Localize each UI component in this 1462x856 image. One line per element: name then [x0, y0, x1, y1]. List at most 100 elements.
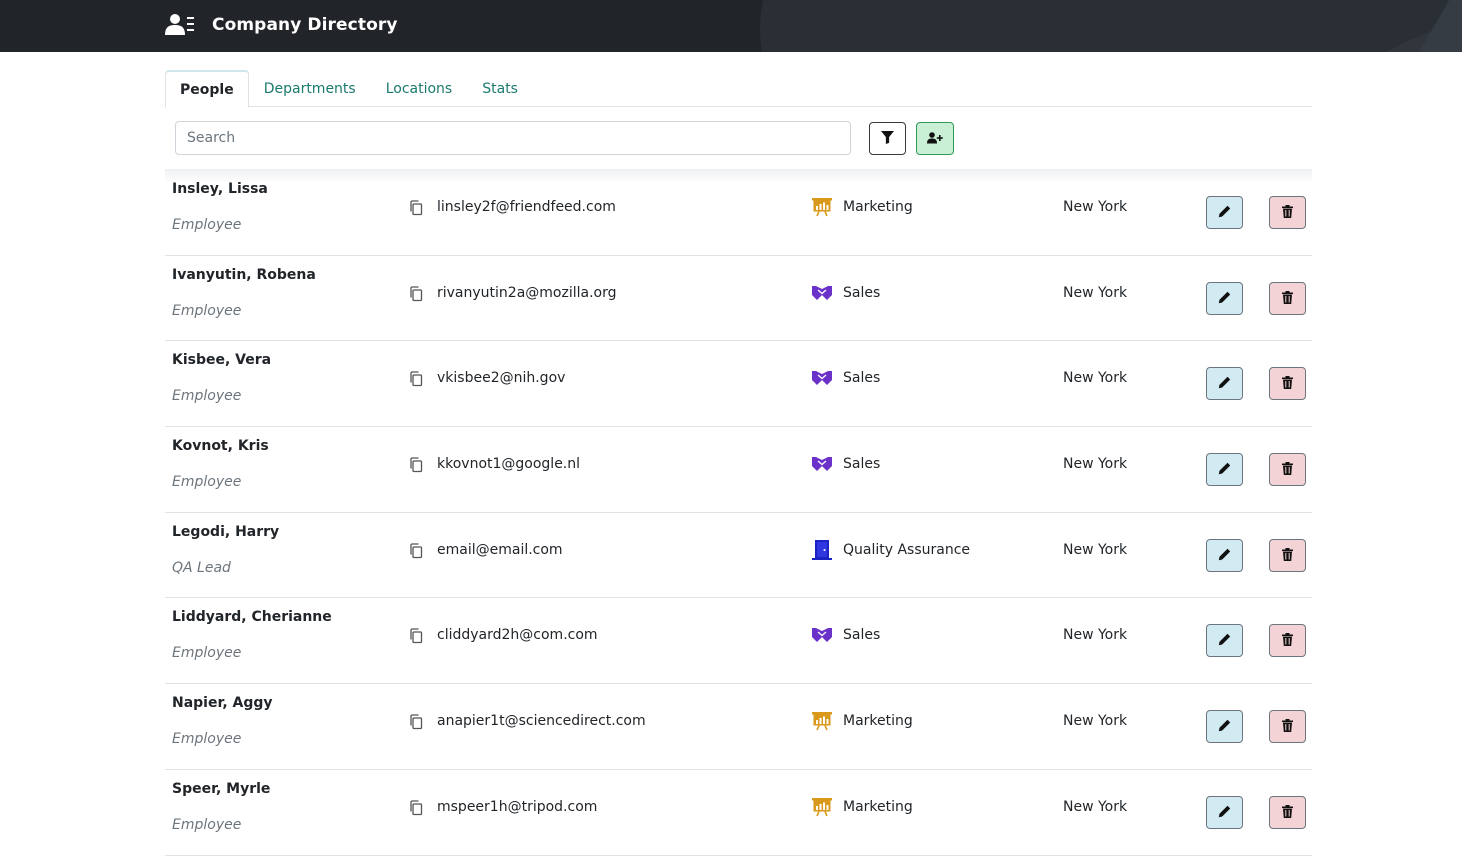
trash-icon	[1282, 546, 1293, 565]
person-name: Liddyard, Cherianne	[172, 609, 332, 626]
person-name: Speer, Myrle	[172, 780, 271, 797]
delete-person-button[interactable]	[1269, 281, 1306, 315]
tab-people[interactable]: People	[165, 70, 249, 108]
trash-icon	[1282, 374, 1293, 393]
trash-icon	[1282, 289, 1293, 308]
trash-icon	[1282, 803, 1293, 822]
copy-icon[interactable]	[409, 628, 423, 644]
person-department: Sales	[843, 456, 881, 473]
copy-icon[interactable]	[409, 200, 423, 216]
brand: Company Directory	[165, 13, 398, 37]
edit-person-button[interactable]	[1206, 795, 1243, 829]
add-person-button[interactable]	[916, 122, 954, 155]
person-location: New York	[1063, 541, 1128, 558]
person-job-title: QA Lead	[172, 559, 231, 576]
person-email: kkovnot1@google.nl	[437, 456, 581, 473]
copy-icon[interactable]	[409, 457, 423, 473]
copy-icon[interactable]	[409, 371, 423, 387]
filter-icon	[881, 129, 894, 148]
user-plus-icon	[927, 129, 943, 148]
delete-person-button[interactable]	[1269, 453, 1306, 487]
person-job-title: Employee	[172, 302, 242, 319]
person-job-title: Employee	[172, 474, 242, 491]
pencil-icon	[1218, 289, 1231, 308]
edit-person-button[interactable]	[1206, 624, 1243, 658]
copy-icon[interactable]	[409, 800, 423, 816]
copy-icon[interactable]	[409, 543, 423, 559]
person-row[interactable]: Insley, Lissa Employee linsley2f@friendf…	[165, 170, 1312, 256]
tab-bar: People Departments Locations Stats	[165, 70, 1312, 108]
pencil-icon	[1218, 717, 1231, 736]
handshake-icon	[812, 454, 832, 474]
handshake-icon	[812, 368, 832, 388]
copy-icon[interactable]	[409, 286, 423, 302]
person-email: cliddyard2h@com.com	[437, 627, 598, 644]
search-input[interactable]	[175, 121, 851, 155]
presentation-chart-icon	[812, 797, 832, 817]
handshake-icon	[812, 283, 832, 303]
person-location: New York	[1063, 284, 1128, 301]
person-row[interactable]: Speer, Myrle Employee mspeer1h@tripod.co…	[165, 770, 1312, 856]
presentation-chart-icon	[812, 711, 832, 731]
person-job-title: Employee	[172, 217, 242, 233]
person-name: Insley, Lissa	[172, 181, 268, 197]
person-department: Quality Assurance	[843, 541, 971, 558]
person-department: Marketing	[843, 199, 913, 215]
person-row[interactable]: Kovnot, Kris Employee kkovnot1@google.nl…	[165, 427, 1312, 513]
edit-person-button[interactable]	[1206, 538, 1243, 572]
edit-person-button[interactable]	[1206, 281, 1243, 315]
tab-departments[interactable]: Departments	[249, 70, 371, 107]
person-location: New York	[1063, 370, 1128, 387]
presentation-chart-icon	[812, 197, 832, 217]
person-email: linsley2f@friendfeed.com	[437, 199, 616, 215]
person-name: Napier, Aggy	[172, 695, 273, 712]
header-decoration	[760, 0, 1462, 52]
address-book-icon	[165, 13, 195, 37]
pencil-icon	[1218, 374, 1231, 393]
person-row[interactable]: Napier, Aggy Employee anapier1t@scienced…	[165, 684, 1312, 770]
person-email: anapier1t@sciencedirect.com	[437, 713, 646, 730]
person-row[interactable]: Legodi, Harry QA Lead email@email.com Qu…	[165, 513, 1312, 599]
edit-person-button[interactable]	[1206, 453, 1243, 487]
app-title: Company Directory	[212, 15, 398, 35]
edit-person-button[interactable]	[1206, 367, 1243, 401]
filter-button[interactable]	[869, 122, 906, 155]
person-row[interactable]: Ivanyutin, Robena Employee rivanyutin2a@…	[165, 256, 1312, 342]
pencil-icon	[1218, 803, 1231, 822]
person-location: New York	[1063, 713, 1128, 730]
delete-person-button[interactable]	[1269, 538, 1306, 572]
delete-person-button[interactable]	[1269, 196, 1306, 229]
delete-person-button[interactable]	[1269, 624, 1306, 658]
pencil-icon	[1218, 203, 1231, 222]
person-name: Legodi, Harry	[172, 523, 280, 540]
person-department: Marketing	[843, 798, 913, 815]
delete-person-button[interactable]	[1269, 795, 1306, 829]
tab-locations[interactable]: Locations	[371, 70, 468, 107]
person-job-title: Employee	[172, 816, 242, 833]
person-department: Marketing	[843, 713, 913, 730]
delete-person-button[interactable]	[1269, 710, 1306, 744]
person-location: New York	[1063, 456, 1128, 473]
handshake-icon	[812, 625, 832, 645]
person-email: email@email.com	[437, 541, 563, 558]
person-name: Kisbee, Vera	[172, 352, 272, 369]
tab-stats[interactable]: Stats	[467, 70, 533, 107]
person-department: Sales	[843, 370, 881, 387]
person-email: vkisbee2@nih.gov	[437, 370, 566, 387]
person-job-title: Employee	[172, 731, 242, 748]
person-department: Sales	[843, 284, 881, 301]
trash-icon	[1282, 717, 1293, 736]
person-row[interactable]: Liddyard, Cherianne Employee cliddyard2h…	[165, 598, 1312, 685]
trash-icon	[1282, 631, 1293, 650]
person-job-title: Employee	[172, 388, 242, 405]
edit-person-button[interactable]	[1206, 196, 1243, 229]
person-location: New York	[1063, 199, 1128, 215]
people-list: Insley, Lissa Employee linsley2f@friendf…	[165, 170, 1312, 856]
person-row[interactable]: Kisbee, Vera Employee vkisbee2@nih.gov S…	[165, 341, 1312, 428]
pencil-icon	[1218, 631, 1231, 650]
top-navbar: Company Directory	[0, 0, 1462, 52]
delete-person-button[interactable]	[1269, 367, 1306, 401]
edit-person-button[interactable]	[1206, 710, 1243, 744]
copy-icon[interactable]	[409, 714, 423, 730]
person-email: rivanyutin2a@mozilla.org	[437, 284, 617, 301]
